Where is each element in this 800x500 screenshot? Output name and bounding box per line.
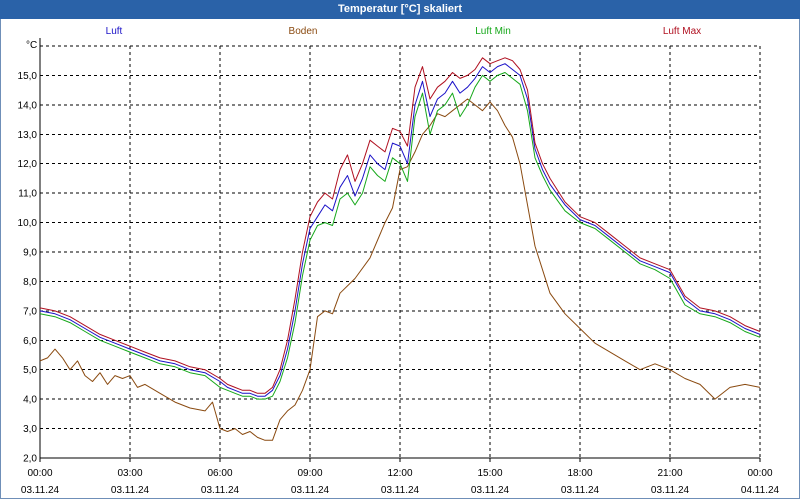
x-tick-date-label: 03.11.24 — [471, 485, 510, 496]
x-tick-time-label: 00:00 — [747, 468, 772, 479]
legend-entry-luft-min: Luft Min — [475, 26, 511, 37]
grid-lines — [40, 45, 761, 458]
y-tick-label: 2,0 — [23, 454, 37, 465]
x-tick-time-label: 00:00 — [27, 468, 52, 479]
x-tick-time-label: 15:00 — [477, 468, 502, 479]
legend-entry-boden: Boden — [289, 26, 318, 37]
x-tick-labels: 00:00 03.11.24 03:00 03.11.24 06:00 03.11.24 0… — [21, 468, 780, 496]
series-line-luft-min — [39, 72, 761, 400]
x-tick-date-label: 03.11.24 — [111, 485, 150, 496]
x-tick-time-label: 09:00 — [297, 468, 322, 479]
x-tick-time-label: 03:00 — [117, 468, 142, 479]
y-tick-label: 10,0 — [18, 218, 38, 229]
x-tick-date-label: 03.11.24 — [381, 485, 420, 496]
y-tick-label: 5,0 — [23, 365, 37, 376]
y-tick-labels: 2,0 3,0 4,0 5,0 6,0 7,0 8,0 9,0 10,0 11,0 12,0 13,0… — [18, 71, 38, 465]
legend-entry-luft: Luft — [106, 26, 123, 37]
x-tick-date-label: 03.11.24 — [21, 485, 60, 496]
x-tick-time-label: 06:00 — [207, 468, 232, 479]
y-tick-label: 9,0 — [23, 248, 37, 259]
chart-svg: 2,0 3,0 4,0 5,0 6,0 7,0 8,0 9,0 10,0 11,0 12,0 13,0… — [18, 26, 780, 496]
y-tick-label: 6,0 — [23, 336, 37, 347]
x-tick-time-label: 18:00 — [567, 468, 592, 479]
x-tick-date-label: 03.11.24 — [291, 485, 330, 496]
y-tick-label: 3,0 — [23, 424, 37, 435]
y-tick-label: 15,0 — [18, 71, 38, 82]
legend-entry-luft-max: Luft Max — [663, 26, 701, 37]
y-tick-label: 12,0 — [18, 159, 38, 170]
y-tick-label: 11,0 — [18, 189, 37, 200]
legend: Luft Boden Luft Min Luft Max — [106, 26, 702, 37]
y-tick-label: 13,0 — [18, 130, 38, 141]
x-tick-time-label: 12:00 — [387, 468, 412, 479]
x-tick-date-label: 03.11.24 — [651, 485, 690, 496]
y-tick-label: 4,0 — [23, 395, 37, 406]
x-tick-time-label: 21:00 — [657, 468, 682, 479]
x-tick-date-label: 04.11.24 — [741, 485, 780, 496]
x-tick-date-label: 03.11.24 — [561, 485, 600, 496]
y-axis-unit-label: °C — [26, 40, 37, 51]
y-tick-label: 14,0 — [18, 100, 38, 111]
y-tick-label: 8,0 — [23, 277, 37, 288]
y-tick-label: 7,0 — [23, 306, 37, 317]
x-tick-date-label: 03.11.24 — [201, 485, 240, 496]
